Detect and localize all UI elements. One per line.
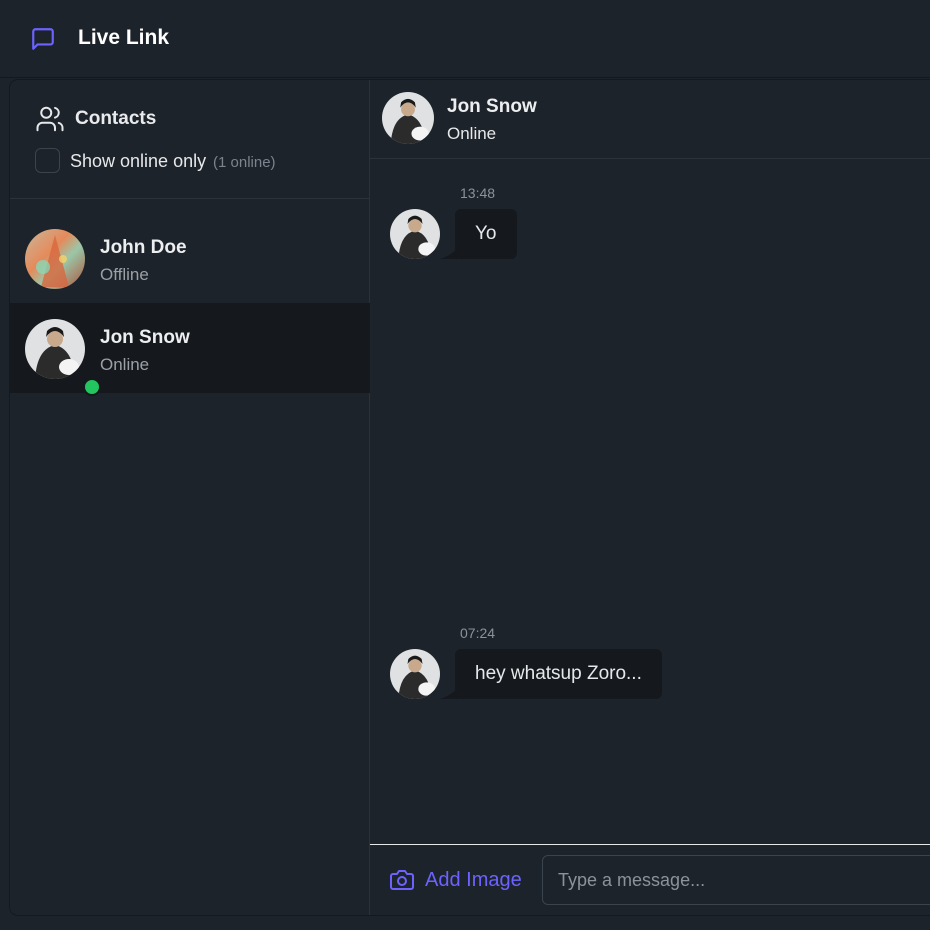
- chat-container: Contacts Show online only (1 online) Joh…: [10, 80, 930, 915]
- avatar: [390, 209, 440, 259]
- contact-name: John Doe: [100, 237, 187, 258]
- contact-item-john-doe[interactable]: John Doe Offline: [10, 213, 370, 303]
- chat-panel: Jon Snow Online 13:48 Yo 07:24 hey whats…: [370, 80, 930, 915]
- message-time: 07:24: [460, 625, 496, 641]
- add-image-button[interactable]: Add Image: [425, 869, 522, 892]
- contact-status: Online: [100, 355, 150, 374]
- top-navbar: Live Link: [0, 0, 930, 78]
- chat-header: Jon Snow Online: [370, 80, 930, 159]
- avatar: [25, 229, 85, 289]
- app-title[interactable]: Live Link: [78, 26, 169, 50]
- show-online-checkbox[interactable]: [35, 148, 60, 173]
- chat-contact-status: Online: [447, 124, 497, 143]
- contacts-sidebar: Contacts Show online only (1 online) Joh…: [10, 80, 370, 915]
- sidebar-header: Contacts Show online only (1 online): [10, 80, 370, 199]
- avatar: [390, 649, 440, 699]
- message-time: 13:48: [460, 185, 496, 201]
- chat-contact-name: Jon Snow: [447, 96, 537, 117]
- avatar: [382, 92, 434, 144]
- users-icon: [36, 106, 64, 132]
- camera-icon[interactable]: [390, 868, 414, 892]
- online-indicator: [83, 378, 101, 396]
- contact-item-jon-snow[interactable]: Jon Snow Online: [10, 303, 370, 396]
- avatar: [25, 319, 101, 396]
- contact-name: Jon Snow: [100, 327, 190, 348]
- message-bubble: hey whatsup Zoro...: [455, 649, 662, 699]
- message-input[interactable]: [542, 855, 930, 905]
- contacts-title: Contacts: [75, 108, 157, 129]
- contact-status: Offline: [100, 265, 149, 284]
- message-bubble: Yo: [455, 209, 517, 259]
- message-square-icon: [32, 28, 54, 50]
- show-online-label[interactable]: Show online only: [70, 151, 206, 172]
- online-count: (1 online): [213, 154, 276, 171]
- message-input-bar: #6c63ff Add Image: [370, 844, 930, 915]
